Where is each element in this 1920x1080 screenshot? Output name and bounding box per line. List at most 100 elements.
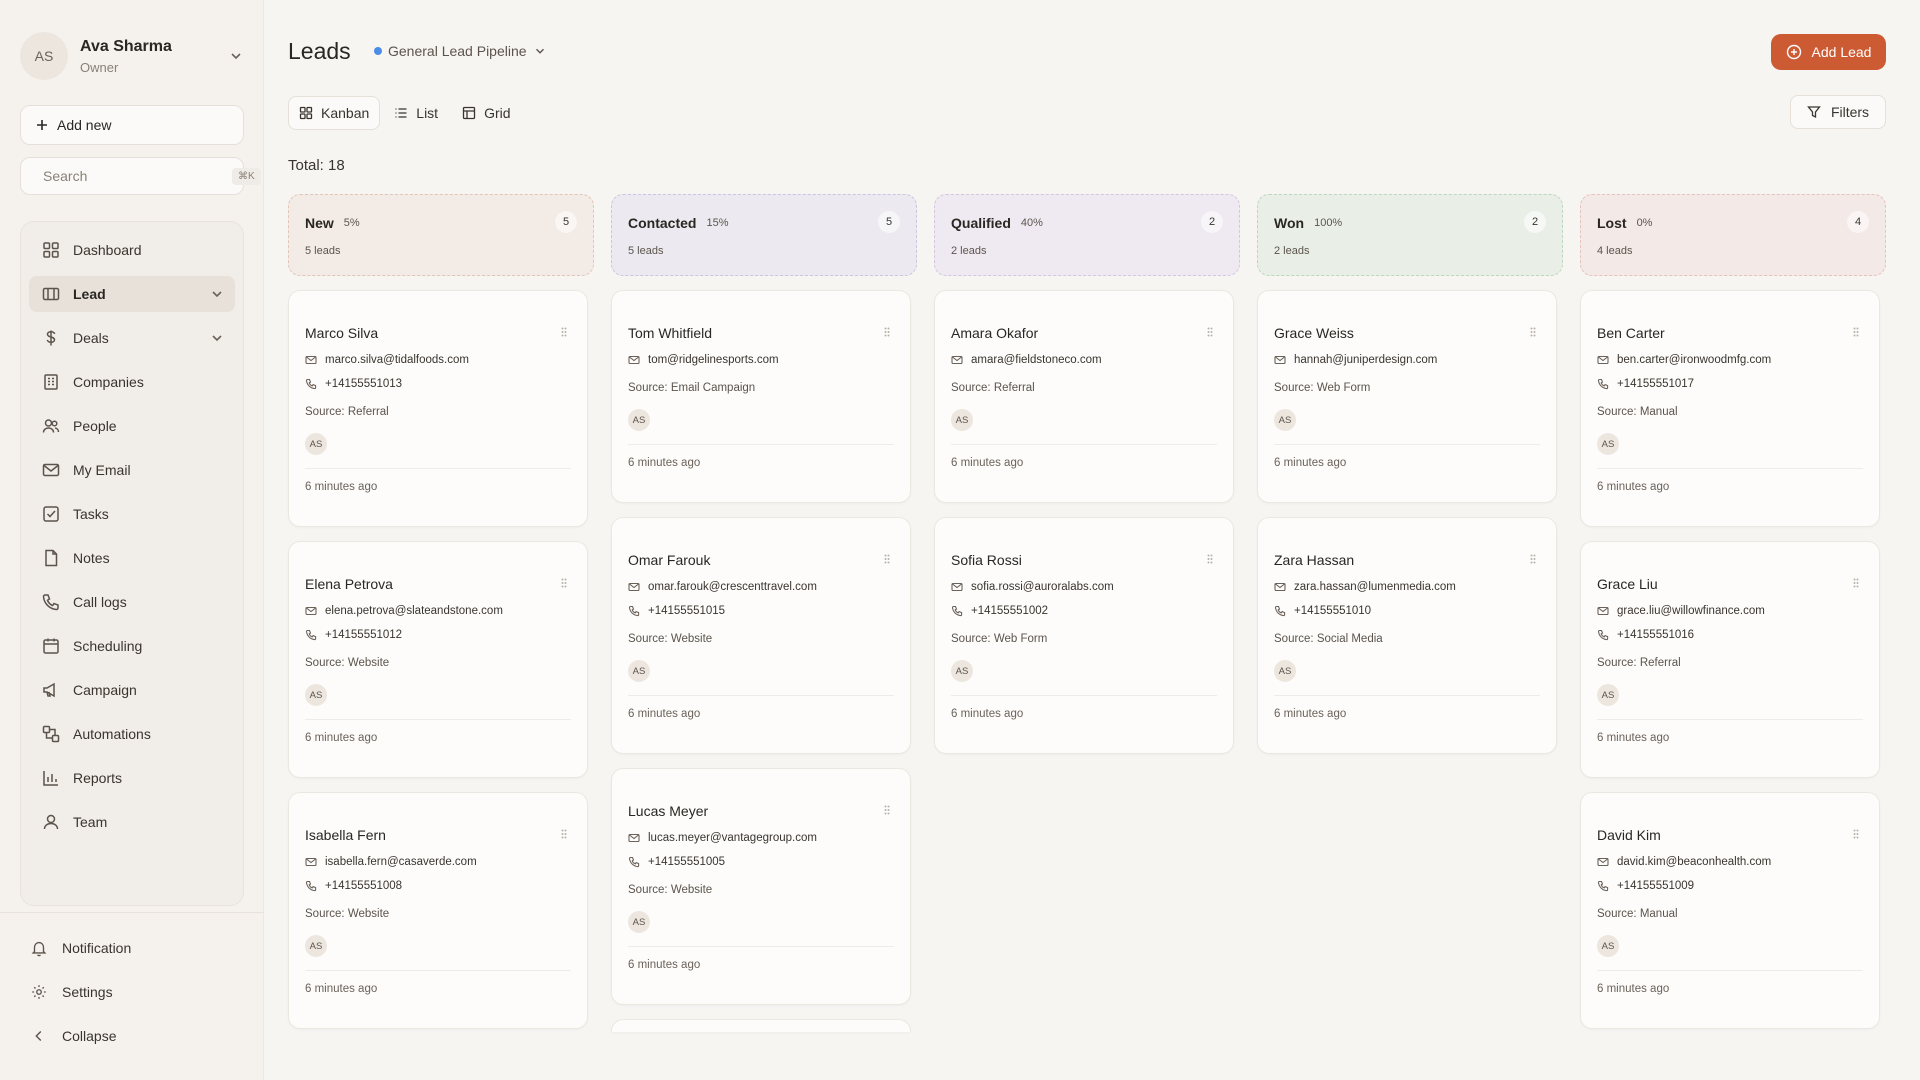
drag-handle-icon[interactable]	[884, 327, 890, 337]
pipeline-selector[interactable]: General Lead Pipeline	[374, 43, 547, 59]
drag-handle-icon[interactable]	[1853, 578, 1859, 588]
lead-phone[interactable]: +14155551005	[628, 856, 725, 868]
lead-name: Marco Silva	[305, 325, 379, 341]
sidebar-item-people[interactable]: People	[29, 408, 235, 444]
lead-phone[interactable]: +14155551015	[628, 605, 725, 617]
lead-email[interactable]: omar.farouk@crescenttravel.com	[628, 581, 817, 593]
search-input[interactable]	[43, 168, 224, 184]
sidebar-item-notes[interactable]: Notes	[29, 540, 235, 576]
owner-avatar: AS	[1597, 684, 1619, 706]
card-divider	[305, 970, 571, 971]
lead-card[interactable]: Omar Farouk omar.farouk@crescenttravel.co…	[611, 517, 911, 754]
lead-email[interactable]: marco.silva@tidalfoods.com	[305, 354, 469, 366]
drag-handle-icon[interactable]	[1207, 327, 1213, 337]
sidebar-item-campaign[interactable]: Campaign	[29, 672, 235, 708]
sidebar-item-lead[interactable]: Lead	[29, 276, 235, 312]
lead-card-partial[interactable]	[611, 1019, 911, 1032]
lead-email[interactable]: tom@ridgelinesports.com	[628, 354, 779, 366]
lead-email[interactable]: hannah@juniperdesign.com	[1274, 354, 1437, 366]
user-switcher[interactable]: AS Ava Sharma Owner	[20, 30, 244, 82]
lead-phone[interactable]: +14155551013	[305, 378, 402, 390]
sidebar-item-label: My Email	[73, 462, 131, 478]
mail-icon	[305, 857, 317, 867]
lead-email[interactable]: grace.liu@willowfinance.com	[1597, 605, 1765, 617]
drag-handle-icon[interactable]	[1530, 554, 1536, 564]
lead-phone[interactable]: +14155551017	[1597, 378, 1694, 390]
drag-handle-icon[interactable]	[561, 578, 567, 588]
lead-phone[interactable]: +14155551009	[1597, 880, 1694, 892]
lead-phone[interactable]: +14155551002	[951, 605, 1048, 617]
sidebar-item-reports[interactable]: Reports	[29, 760, 235, 796]
sidebar-item-label: Deals	[73, 330, 109, 346]
sidebar-item-team[interactable]: Team	[29, 804, 235, 840]
lead-phone[interactable]: +14155551008	[305, 880, 402, 892]
lead-email-text: lucas.meyer@vantagegroup.com	[648, 832, 817, 844]
lead-timestamp: 6 minutes ago	[1274, 457, 1347, 469]
lead-source: Source: Social Media	[1274, 633, 1383, 645]
tab-grid[interactable]: Grid	[452, 96, 520, 130]
lead-card[interactable]: Lucas Meyer lucas.meyer@vantagegroup.com +…	[611, 768, 911, 1005]
lead-card[interactable]: Amara Okafor amara@fieldstoneco.com Source…	[934, 290, 1234, 503]
drag-handle-icon[interactable]	[561, 829, 567, 839]
lead-email[interactable]: amara@fieldstoneco.com	[951, 354, 1102, 366]
column-count-badge: 4	[1847, 211, 1869, 233]
lead-card[interactable]: Grace Weiss hannah@juniperdesign.com Sourc…	[1257, 290, 1557, 503]
drag-handle-icon[interactable]	[561, 327, 567, 337]
sidebar-item-companies[interactable]: Companies	[29, 364, 235, 400]
lead-phone[interactable]: +14155551010	[1274, 605, 1371, 617]
sidebar-item-tasks[interactable]: Tasks	[29, 496, 235, 532]
sidebar-item-scheduling[interactable]: Scheduling	[29, 628, 235, 664]
lead-email[interactable]: elena.petrova@slateandstone.com	[305, 605, 503, 617]
sidebar-item-label: Notes	[73, 550, 110, 566]
settings-button[interactable]: Settings	[30, 978, 113, 1006]
lead-card[interactable]: Elena Petrova elena.petrova@slateandstone…	[288, 541, 588, 778]
lead-email[interactable]: ben.carter@ironwoodmfg.com	[1597, 354, 1771, 366]
sidebar-item-my-email[interactable]: My Email	[29, 452, 235, 488]
lead-card[interactable]: Sofia Rossi sofia.rossi@auroralabs.com +14…	[934, 517, 1234, 754]
lead-email[interactable]: lucas.meyer@vantagegroup.com	[628, 832, 817, 844]
lead-card[interactable]: Marco Silva marco.silva@tidalfoods.com +14…	[288, 290, 588, 527]
lead-card[interactable]: Grace Liu grace.liu@willowfinance.com +141…	[1580, 541, 1880, 778]
filters-button[interactable]: Filters	[1790, 95, 1886, 129]
drag-handle-icon[interactable]	[1853, 829, 1859, 839]
lead-email[interactable]: isabella.fern@casaverde.com	[305, 856, 477, 868]
lead-card[interactable]: Isabella Fern isabella.fern@casaverde.com…	[288, 792, 588, 1029]
column-header[interactable]: Lost 0% 4 4 leads	[1580, 194, 1886, 276]
sidebar-item-automations[interactable]: Automations	[29, 716, 235, 752]
tab-list[interactable]: List	[384, 96, 448, 130]
user-role: Owner	[80, 59, 119, 75]
column-percentage: 40%	[1020, 217, 1043, 229]
search-box[interactable]: ⌘K	[20, 157, 261, 195]
lead-card[interactable]: Zara Hassan zara.hassan@lumenmedia.com +14…	[1257, 517, 1557, 754]
sidebar-item-dashboard[interactable]: Dashboard	[29, 232, 235, 268]
lead-email[interactable]: sofia.rossi@auroralabs.com	[951, 581, 1114, 593]
column-header[interactable]: Won 100% 2 2 leads	[1257, 194, 1563, 276]
drag-handle-icon[interactable]	[1853, 327, 1859, 337]
lead-card[interactable]: David Kim david.kim@beaconhealth.com +1415…	[1580, 792, 1880, 1029]
lead-card[interactable]: Ben Carter ben.carter@ironwoodmfg.com +141…	[1580, 290, 1880, 527]
lead-email[interactable]: zara.hassan@lumenmedia.com	[1274, 581, 1456, 593]
mail-icon	[1274, 355, 1286, 365]
column-header[interactable]: Contacted 15% 5 5 leads	[611, 194, 917, 276]
tab-kanban[interactable]: Kanban	[288, 96, 381, 130]
drag-handle-icon[interactable]	[884, 805, 890, 815]
lead-email[interactable]: david.kim@beaconhealth.com	[1597, 856, 1771, 868]
megaphone-icon	[43, 682, 55, 698]
column-header[interactable]: New 5% 5 5 leads	[288, 194, 594, 276]
drag-handle-icon[interactable]	[884, 554, 890, 564]
lead-name: Grace Liu	[1597, 576, 1658, 592]
drag-handle-icon[interactable]	[1207, 554, 1213, 564]
lead-phone[interactable]: +14155551016	[1597, 629, 1694, 641]
add-lead-button[interactable]: Add Lead	[1771, 34, 1886, 70]
sidebar-item-deals[interactable]: Deals	[29, 320, 235, 356]
lead-timestamp: 6 minutes ago	[628, 708, 701, 720]
lead-phone[interactable]: +14155551012	[305, 629, 402, 641]
add-new-button[interactable]: Add new	[20, 105, 244, 145]
notification-button[interactable]: Notification	[30, 934, 131, 962]
column-header[interactable]: Qualified 40% 2 2 leads	[934, 194, 1240, 276]
collapse-button[interactable]: Collapse	[30, 1022, 116, 1050]
view-tabs: Kanban List Grid	[288, 96, 521, 130]
drag-handle-icon[interactable]	[1530, 327, 1536, 337]
sidebar-item-call-logs[interactable]: Call logs	[29, 584, 235, 620]
lead-card[interactable]: Tom Whitfield tom@ridgelinesports.com Sour…	[611, 290, 911, 503]
